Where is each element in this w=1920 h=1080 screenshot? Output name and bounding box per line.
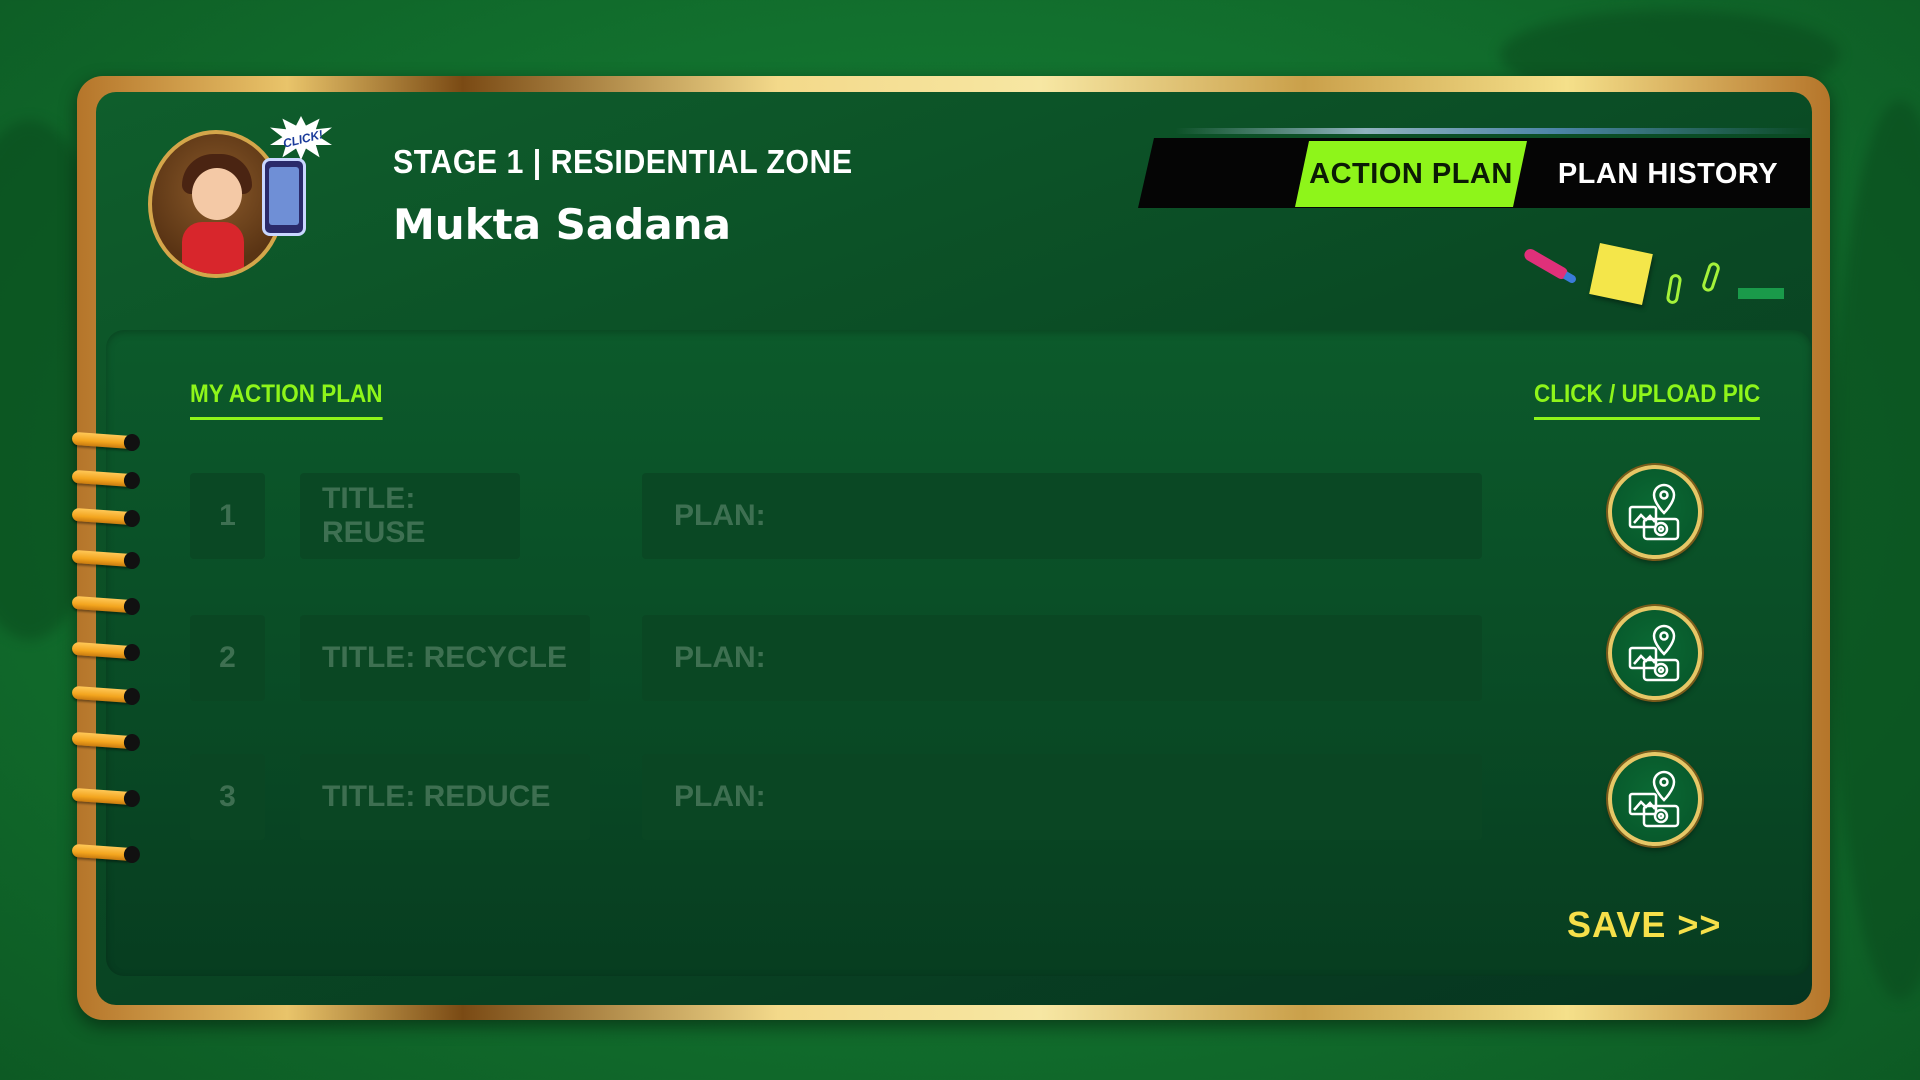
tab-action-plan[interactable]: ACTION PLAN [1295,141,1527,207]
plan-text-field[interactable]: PLAN: [642,754,1482,840]
plan-text-field[interactable]: PLAN: [642,615,1482,701]
upload-pic-button[interactable] [1608,606,1702,700]
avatar-face [192,168,242,220]
plan-title-field[interactable]: TITLE: REUSE [300,473,520,559]
background-foliage [1830,100,1920,1000]
plan-text-field[interactable]: PLAN: [642,473,1482,559]
upload-pic-button[interactable] [1608,752,1702,846]
camera-location-icon [1628,483,1680,541]
phone-icon [262,158,306,236]
my-action-plan-heading: MY ACTION PLAN [190,380,383,420]
plan-title-field[interactable]: TITLE: REDUCE [300,754,590,840]
tab-bar-glow [1175,128,1810,134]
camera-location-icon [1628,624,1680,682]
phone-screen [269,167,299,225]
stage-title: STAGE 1 | RESIDENTIAL ZONE [393,143,853,180]
plan-number: 1 [190,473,265,559]
camera-location-icon [1628,770,1680,828]
avatar-dress [182,222,244,274]
upload-pic-button[interactable] [1608,465,1702,559]
upload-pic-heading: CLICK / UPLOAD PIC [1534,380,1761,420]
plan-number: 2 [190,615,265,701]
plan-number: 3 [190,754,265,840]
save-button[interactable]: SAVE >> [1567,904,1721,946]
eraser-icon [1738,288,1784,299]
sticky-note-icon [1589,242,1653,306]
tab-plan-history[interactable]: PLAN HISTORY [1548,141,1788,207]
plan-title-field[interactable]: TITLE: RECYCLE [300,615,590,701]
player-name: Mukta Sadana [393,200,731,249]
